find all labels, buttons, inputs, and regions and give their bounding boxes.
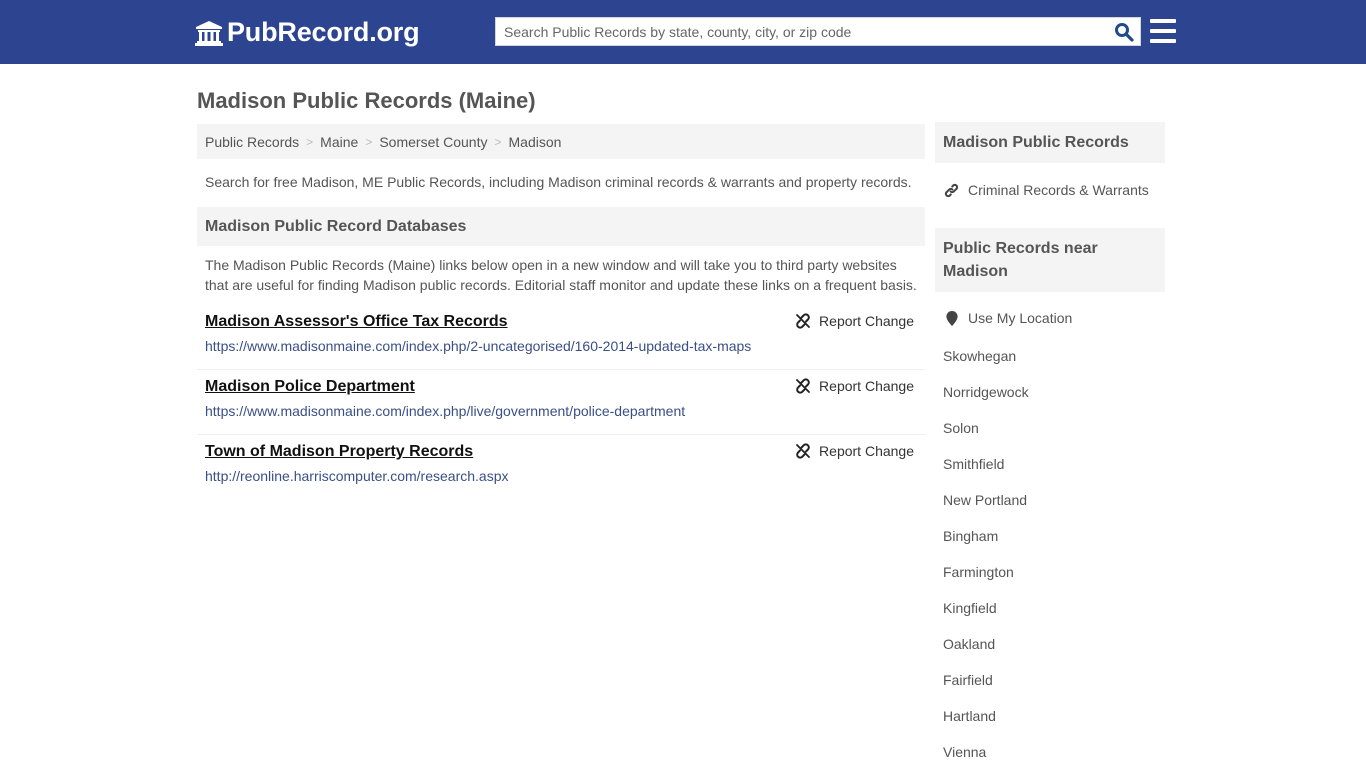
sidebar-link-criminal-records[interactable]: Criminal Records & Warrants bbox=[935, 172, 1165, 208]
report-change-button[interactable]: Report Change bbox=[795, 443, 914, 459]
search-input[interactable] bbox=[496, 18, 1106, 45]
breadcrumb-public-records[interactable]: Public Records bbox=[205, 134, 299, 150]
breadcrumb-somerset-county[interactable]: Somerset County bbox=[379, 134, 487, 150]
page-title: Madison Public Records (Maine) bbox=[197, 88, 536, 113]
record-url-link[interactable]: https://www.madisonmaine.com/index.php/2… bbox=[205, 337, 917, 355]
nearby-city-link[interactable]: Farmington bbox=[935, 554, 1165, 590]
nearby-city-link[interactable]: Vienna bbox=[935, 734, 1165, 770]
breadcrumb-maine[interactable]: Maine bbox=[320, 134, 358, 150]
sidebar-link-label: Criminal Records & Warrants bbox=[968, 182, 1149, 198]
record-url-link[interactable]: https://www.madisonmaine.com/index.php/l… bbox=[205, 402, 917, 420]
breadcrumb-separator: > bbox=[306, 134, 314, 149]
report-change-button[interactable]: Report Change bbox=[795, 378, 914, 394]
breadcrumb: Public Records > Maine > Somerset County… bbox=[197, 124, 925, 159]
site-logo[interactable]: PubRecord.org bbox=[195, 17, 420, 48]
record-title-link[interactable]: Madison Police Department bbox=[205, 377, 415, 397]
record-title-link[interactable]: Madison Assessor's Office Tax Records bbox=[205, 312, 508, 332]
record-item: Madison Police Department https://www.ma… bbox=[197, 370, 925, 435]
record-url-link[interactable]: http://reonline.harriscomputer.com/resea… bbox=[205, 467, 917, 485]
nearby-city-link[interactable]: Solon bbox=[935, 410, 1165, 446]
report-change-button[interactable]: Report Change bbox=[795, 313, 914, 329]
sidebar-heading-nearby: Public Records near Madison bbox=[935, 228, 1165, 292]
record-item: Madison Assessor's Office Tax Records ht… bbox=[197, 305, 925, 370]
record-list: Madison Assessor's Office Tax Records ht… bbox=[197, 305, 925, 500]
link-icon bbox=[943, 183, 960, 198]
broken-link-icon bbox=[796, 378, 810, 394]
breadcrumb-madison: Madison bbox=[508, 133, 562, 150]
courthouse-icon bbox=[195, 20, 223, 46]
main-content: Public Records > Maine > Somerset County… bbox=[197, 124, 925, 500]
report-change-label: Report Change bbox=[819, 378, 914, 394]
menu-bar bbox=[1150, 29, 1176, 33]
record-title-link[interactable]: Town of Madison Property Records bbox=[205, 442, 473, 462]
nearby-city-list: Skowhegan Norridgewock Solon Smithfield … bbox=[935, 338, 1165, 770]
nearby-city-link[interactable]: New Portland bbox=[935, 482, 1165, 518]
record-item: Town of Madison Property Records http://… bbox=[197, 435, 925, 500]
search-button[interactable] bbox=[1112, 21, 1136, 43]
databases-description: The Madison Public Records (Maine) links… bbox=[205, 257, 917, 293]
search-icon bbox=[1115, 23, 1134, 42]
report-change-label: Report Change bbox=[819, 313, 914, 329]
broken-link-icon bbox=[796, 313, 810, 329]
logo-text: PubRecord.org bbox=[227, 17, 420, 47]
site-header: PubRecord.org bbox=[0, 0, 1366, 64]
broken-link-icon bbox=[796, 443, 810, 459]
nearby-city-link[interactable]: Fairfield bbox=[935, 662, 1165, 698]
nearby-city-link[interactable]: Bingham bbox=[935, 518, 1165, 554]
breadcrumb-separator: > bbox=[365, 134, 373, 149]
sidebar-heading-records: Madison Public Records bbox=[935, 122, 1165, 163]
sidebar: Madison Public Records Criminal Records … bbox=[935, 122, 1165, 770]
report-change-label: Report Change bbox=[819, 443, 914, 459]
databases-heading: Madison Public Record Databases bbox=[197, 207, 925, 246]
nearby-city-link[interactable]: Oakland bbox=[935, 626, 1165, 662]
map-marker-icon bbox=[943, 310, 960, 326]
menu-bar bbox=[1150, 39, 1176, 43]
use-my-location-button[interactable]: Use My Location bbox=[935, 300, 1165, 336]
intro-text: Search for free Madison, ME Public Recor… bbox=[205, 174, 912, 190]
menu-bar bbox=[1150, 19, 1176, 23]
search-box bbox=[495, 17, 1141, 46]
use-my-location-label: Use My Location bbox=[968, 310, 1073, 326]
nearby-city-link[interactable]: Skowhegan bbox=[935, 338, 1165, 374]
nearby-city-link[interactable]: Smithfield bbox=[935, 446, 1165, 482]
hamburger-menu-button[interactable] bbox=[1150, 19, 1176, 43]
nearby-city-link[interactable]: Norridgewock bbox=[935, 374, 1165, 410]
breadcrumb-separator: > bbox=[494, 134, 502, 149]
nearby-city-link[interactable]: Kingfield bbox=[935, 590, 1165, 626]
nearby-city-link[interactable]: Hartland bbox=[935, 698, 1165, 734]
